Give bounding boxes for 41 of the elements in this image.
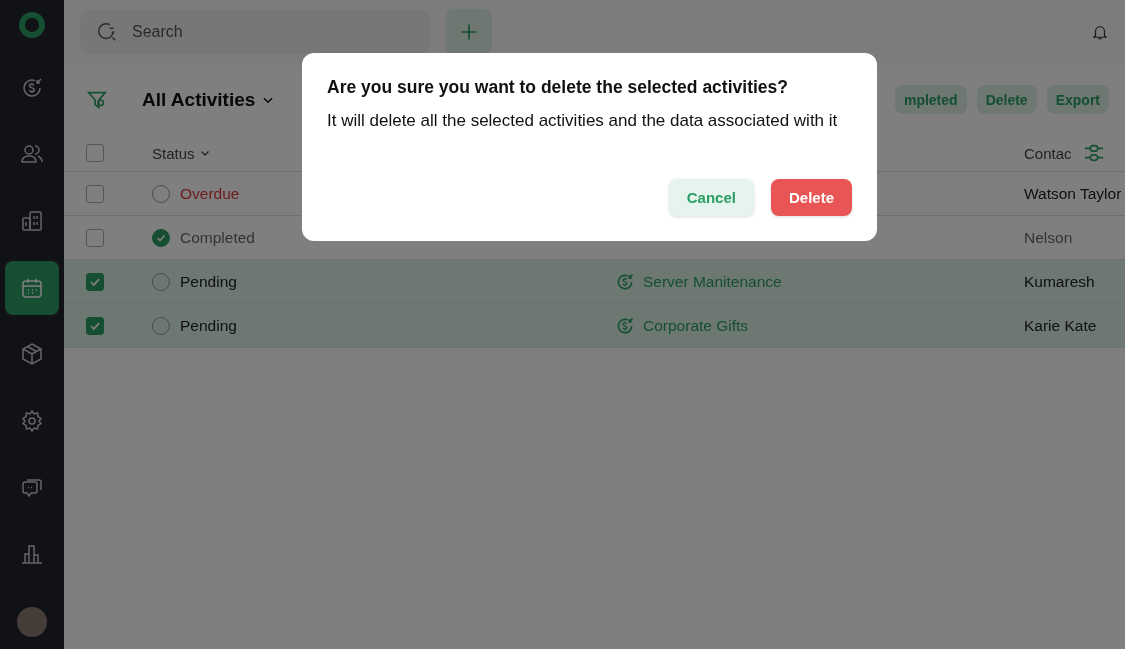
activity-link[interactable]: Corporate Gifts	[643, 316, 749, 335]
delete-button[interactable]: Delete	[770, 179, 852, 216]
sidebar-item[interactable]	[5, 260, 59, 315]
contact-name: Karie Kate	[1024, 316, 1097, 335]
sliders-icon[interactable]	[1083, 142, 1105, 164]
contact-name: Kumaresh	[1024, 272, 1095, 291]
row-checkbox[interactable]	[86, 316, 104, 335]
status-text: Completed	[180, 228, 255, 247]
action-button[interactable]: Delete	[976, 85, 1037, 114]
dialog-title: Are you sure you want to delete the selected activities?	[327, 77, 789, 98]
row-checkbox[interactable]	[86, 228, 104, 247]
contact-name: Nelson	[1024, 228, 1073, 247]
dialog-message: It will delete all the selected activities and the data associated with it	[327, 110, 839, 131]
select-all-checkbox[interactable]	[86, 144, 104, 162]
row-checkbox[interactable]	[86, 184, 104, 203]
action-button[interactable]: Export	[1046, 85, 1109, 114]
status-text: Pending	[180, 272, 237, 291]
dollar-cycle-icon	[20, 75, 44, 100]
search-field[interactable]: Search	[80, 10, 430, 54]
column-header: Contac	[1024, 144, 1072, 162]
cancel-button[interactable]: Cancel	[668, 179, 754, 216]
contact-name: Watson Taylor	[1024, 184, 1122, 203]
status-text: Overdue	[180, 184, 240, 203]
box-icon	[20, 342, 44, 367]
dollar-cycle-icon	[615, 315, 635, 336]
search-icon	[96, 21, 118, 43]
plus-icon	[459, 22, 479, 42]
app-logo[interactable]	[19, 12, 45, 38]
action-button[interactable]: mpleted	[894, 85, 967, 114]
bar-chart-icon	[20, 542, 44, 567]
avatar[interactable]	[17, 607, 47, 637]
status-check-icon[interactable]	[152, 228, 170, 247]
building-icon	[20, 209, 44, 234]
add-button[interactable]	[446, 9, 492, 55]
bell-icon[interactable]	[1091, 23, 1109, 41]
settings-icon	[20, 409, 44, 433]
status-text: Pending	[180, 316, 237, 335]
row-checkbox[interactable]	[86, 272, 104, 291]
dollar-cycle-icon	[615, 271, 635, 292]
view-dropdown[interactable]: All Activities	[142, 88, 276, 111]
activity-link[interactable]: Server Manitenance	[643, 272, 782, 291]
